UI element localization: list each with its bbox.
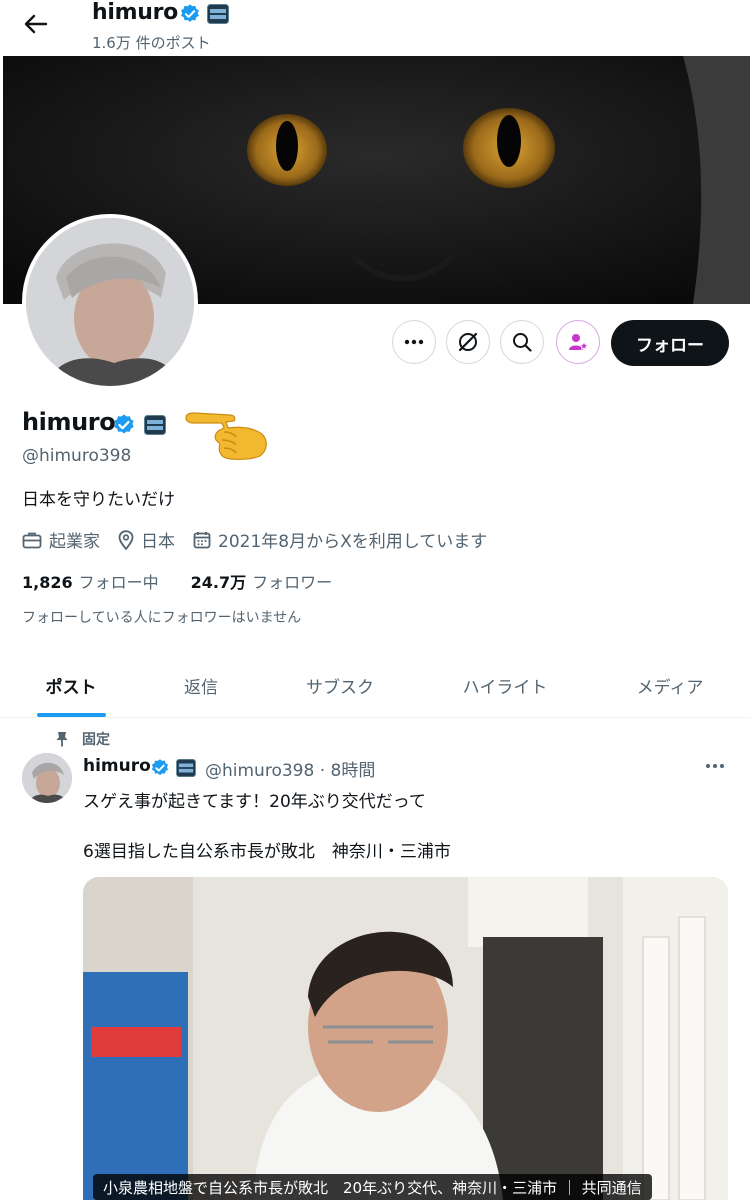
following-count: 1,826 [22, 573, 73, 592]
subscribe-icon [569, 334, 589, 350]
profile-meta: 起業家 日本 2021年8月からXを利用しています [22, 527, 505, 552]
affiliate-badge-icon [176, 759, 196, 777]
verified-badge-icon [181, 4, 199, 22]
tab-replies[interactable]: 返信 [142, 653, 260, 717]
profile-avatar[interactable] [22, 214, 198, 390]
briefcase-icon [22, 532, 42, 548]
post-more-icon[interactable] [700, 756, 730, 776]
follow-button[interactable]: フォロー [611, 320, 729, 366]
tab-subscriptions[interactable]: サブスク [260, 653, 420, 717]
post-media-image[interactable] [83, 877, 728, 1200]
verified-badge-icon[interactable] [112, 413, 136, 437]
joined-text: 2021年8月からXを利用しています [218, 532, 488, 552]
grok-button[interactable] [446, 320, 490, 364]
following-label: フォロー中 [78, 573, 159, 592]
more-horizontal-icon [404, 339, 424, 345]
search-icon [513, 333, 532, 352]
post-text-line-1: スゲえ事が起きてます！20年ぶり交代だって [83, 792, 426, 812]
profile-tabs: ポスト 返信 サブスク ハイライト メディア [0, 653, 750, 718]
avatar-photo [26, 218, 194, 386]
profile-stats: 1,826 フォロー中 24.7万 フォロワー [22, 569, 332, 593]
tab-media[interactable]: メディア [590, 653, 750, 717]
post-author-badges [150, 758, 196, 778]
news-photo [83, 877, 728, 1200]
back-arrow-icon[interactable] [22, 12, 50, 36]
pin-icon [56, 732, 68, 747]
post-avatar-photo [22, 753, 72, 803]
followers-count: 24.7万 [190, 573, 247, 592]
search-profile-button[interactable] [500, 320, 544, 364]
profession-item: 起業家 [22, 527, 100, 552]
profile-bio: 日本を守りたいだけ [22, 490, 175, 510]
following-link[interactable]: 1,826 フォロー中 [22, 569, 159, 593]
location-pin-icon [118, 529, 134, 550]
header-name: himuro [92, 0, 178, 25]
profile-handle: @himuro398 [22, 446, 132, 466]
subscribe-button[interactable] [556, 320, 600, 364]
grok-icon [458, 332, 478, 352]
calendar-icon [193, 531, 211, 548]
pinned-indicator: 固定 [56, 729, 110, 749]
post-author-avatar[interactable] [22, 753, 72, 803]
pointing-hand-emoji-icon [185, 412, 267, 460]
profile-badges [112, 413, 166, 437]
header-badges [179, 3, 229, 25]
post-handle-time[interactable]: @himuro398 · 8時間 [205, 756, 375, 781]
verified-badge-icon [151, 759, 169, 776]
pinned-label: 固定 [82, 732, 110, 748]
followers-label: フォロワー [252, 573, 333, 592]
tab-highlights[interactable]: ハイライト [420, 653, 590, 717]
location-item: 日本 [118, 527, 175, 552]
affiliate-badge-icon [207, 4, 229, 24]
joined-item: 2021年8月からXを利用しています [193, 527, 487, 552]
followers-link[interactable]: 24.7万 フォロワー [191, 569, 333, 593]
location-text: 日本 [141, 532, 175, 552]
more-options-button[interactable] [392, 320, 436, 364]
profile-name: himuro [22, 408, 116, 436]
active-tab-indicator [37, 713, 106, 717]
followers-you-follow[interactable]: フォローしている人にフォロワーはいません [22, 607, 301, 627]
profession-text: 起業家 [49, 532, 100, 552]
header-post-count: 1.6万 件のポスト [92, 34, 211, 52]
post-text-line-2: 6選目指した自公系市長が敗北 神奈川・三浦市 [83, 842, 451, 862]
tab-posts[interactable]: ポスト [0, 653, 142, 717]
affiliate-badge-icon[interactable] [144, 415, 166, 435]
post-author-name[interactable]: himuro [83, 756, 151, 776]
media-caption: 小泉農相地盤で自公系市長が敗北 20年ぶり交代、神奈川・三浦市 ｜ 共同通信 [93, 1174, 652, 1200]
